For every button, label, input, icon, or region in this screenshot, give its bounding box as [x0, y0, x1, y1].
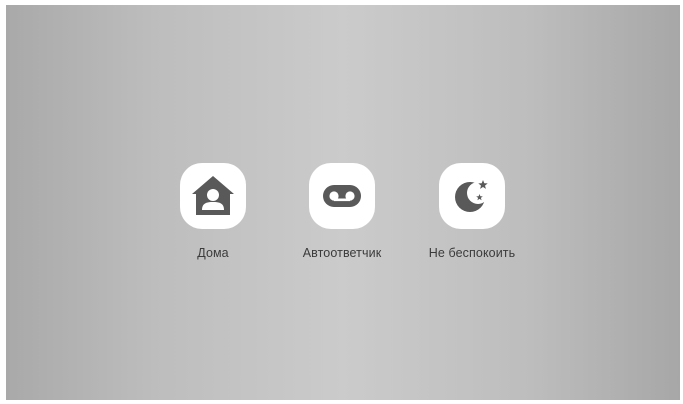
moon-stars-icon	[455, 180, 489, 212]
mode-do-not-disturb-button[interactable]: Не беспокоить	[402, 163, 542, 260]
mode-do-not-disturb-tile[interactable]	[439, 163, 505, 229]
mode-home-tile[interactable]	[180, 163, 246, 229]
mode-selection-screen: Дома Автоответчик Не беспокоить	[6, 5, 680, 400]
mode-home-label: Дома	[197, 246, 229, 260]
mode-do-not-disturb-label: Не беспокоить	[428, 246, 516, 260]
home-person-icon	[192, 176, 234, 215]
mode-answering-machine-tile[interactable]	[309, 163, 375, 229]
mode-answering-machine-label: Автоответчик	[302, 246, 382, 260]
mode-answering-machine-button[interactable]: Автоответчик	[272, 163, 412, 260]
voicemail-icon	[323, 185, 361, 207]
mode-home-button[interactable]: Дома	[143, 163, 283, 260]
